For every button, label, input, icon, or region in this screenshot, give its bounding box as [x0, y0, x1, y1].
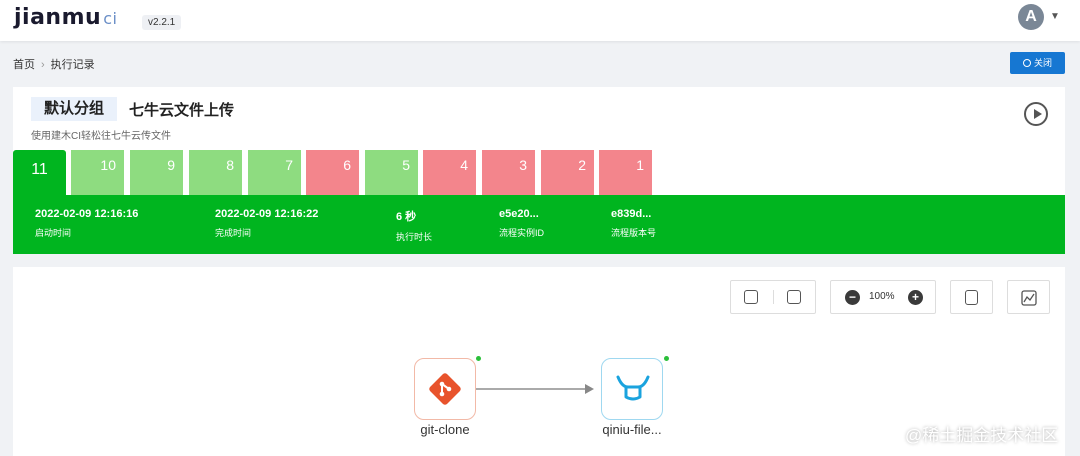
zoom-toolbar: − 100% + — [830, 280, 936, 314]
divider — [773, 290, 774, 304]
fit-screen-icon[interactable] — [744, 290, 758, 304]
run-tab-11[interactable]: 11 — [13, 150, 66, 195]
info-instance: e5e20... 流程实例ID — [499, 208, 544, 239]
version-badge: v2.2.1 — [142, 15, 182, 30]
instance-id-value: e5e20... — [499, 208, 539, 220]
zoom-in-icon[interactable]: + — [908, 290, 923, 305]
breadcrumb-home[interactable]: 首页 — [13, 59, 35, 71]
top-bar: jianmu ci v2.2.1 A ▼ — [0, 0, 1080, 41]
run-tab-3[interactable]: 3 — [482, 150, 535, 195]
node-qiniu[interactable] — [601, 358, 663, 420]
project-name: 七牛云文件上传 — [129, 102, 235, 119]
logo[interactable]: jianmu ci — [14, 5, 117, 30]
group-tag: 默认分组 — [31, 97, 118, 121]
edge-line — [476, 388, 586, 390]
info-duration: 6 秒执行时长 — [396, 208, 432, 243]
duration-value: 6 秒 — [396, 211, 417, 223]
info-version: e839d... 流程版本号 — [611, 208, 656, 239]
status-dot — [476, 356, 481, 361]
start-time-value: 2022-02-09 12:16:16 — [35, 208, 139, 220]
run-tab-5[interactable]: 5 — [365, 150, 418, 195]
close-button-label: 关闭 — [1033, 58, 1052, 68]
breadcrumb: 首页 › 执行记录 — [13, 56, 95, 72]
info-end: 2022-02-09 12:16:22 完成时间 — [215, 208, 318, 239]
run-tab-2[interactable]: 2 — [541, 150, 594, 195]
project-description: 使用建木CI轻松往七牛云传文件 — [31, 131, 171, 142]
chart-icon — [1021, 290, 1037, 306]
end-time-value: 2022-02-09 12:16:22 — [215, 208, 319, 220]
run-tab-1[interactable]: 1 — [599, 150, 652, 195]
qiniu-bull-icon — [616, 375, 650, 401]
version-value: e839d... — [611, 208, 652, 220]
version-label: 流程版本号 — [611, 228, 657, 238]
logo-suffix: ci — [103, 9, 118, 28]
view-toolbar — [730, 280, 816, 314]
zoom-level: 100% — [869, 291, 895, 302]
end-time-label: 完成时间 — [215, 228, 252, 238]
run-tab-7[interactable]: 7 — [248, 150, 301, 195]
node-git-clone[interactable] — [414, 358, 476, 420]
stats-button[interactable] — [1007, 280, 1050, 314]
duration-label: 执行时长 — [396, 232, 433, 242]
run-tab-8[interactable]: 8 — [189, 150, 242, 195]
status-dot — [664, 356, 669, 361]
close-circle-icon — [1022, 59, 1031, 67]
breadcrumb-current: 执行记录 — [50, 59, 95, 71]
zoom-out-icon[interactable]: − — [845, 290, 860, 305]
node-label-git-clone: git-clone — [420, 422, 470, 437]
play-icon[interactable] — [1024, 102, 1048, 126]
focus-icon[interactable] — [787, 290, 801, 304]
log-button[interactable] — [950, 280, 993, 314]
edge-arrow — [585, 384, 594, 394]
chevron-right-icon: › — [41, 59, 45, 71]
run-tab-9[interactable]: 9 — [130, 150, 183, 195]
start-time-label: 启动时间 — [35, 228, 72, 238]
log-icon — [965, 290, 978, 305]
watermark: @稀土掘金技术社区 — [905, 426, 1059, 445]
git-icon — [429, 373, 461, 405]
run-tabs: 11 10 9 8 7 6 5 4 3 2 1 — [13, 150, 1065, 195]
chevron-down-icon[interactable]: ▼ — [1050, 11, 1060, 22]
run-tab-10[interactable]: 10 — [71, 150, 124, 195]
logo-text: jianmu — [14, 5, 102, 30]
close-button[interactable]: 关闭 — [1010, 52, 1065, 74]
avatar[interactable]: A — [1018, 4, 1044, 30]
run-tab-6[interactable]: 6 — [306, 150, 359, 195]
run-tab-4[interactable]: 4 — [423, 150, 476, 195]
node-label-qiniu: qiniu-file... — [602, 422, 662, 437]
instance-id-label: 流程实例ID — [499, 228, 545, 238]
run-info-bar: 2022-02-09 12:16:16 启动时间 2022-02-09 12:16… — [13, 195, 1065, 254]
project-card: 默认分组 七牛云文件上传 使用建木CI轻松往七牛云传文件 11 10 9 8 7 6 5 4 3… — [13, 87, 1065, 254]
info-start: 2022-02-09 12:16:16 启动时间 — [35, 208, 138, 239]
